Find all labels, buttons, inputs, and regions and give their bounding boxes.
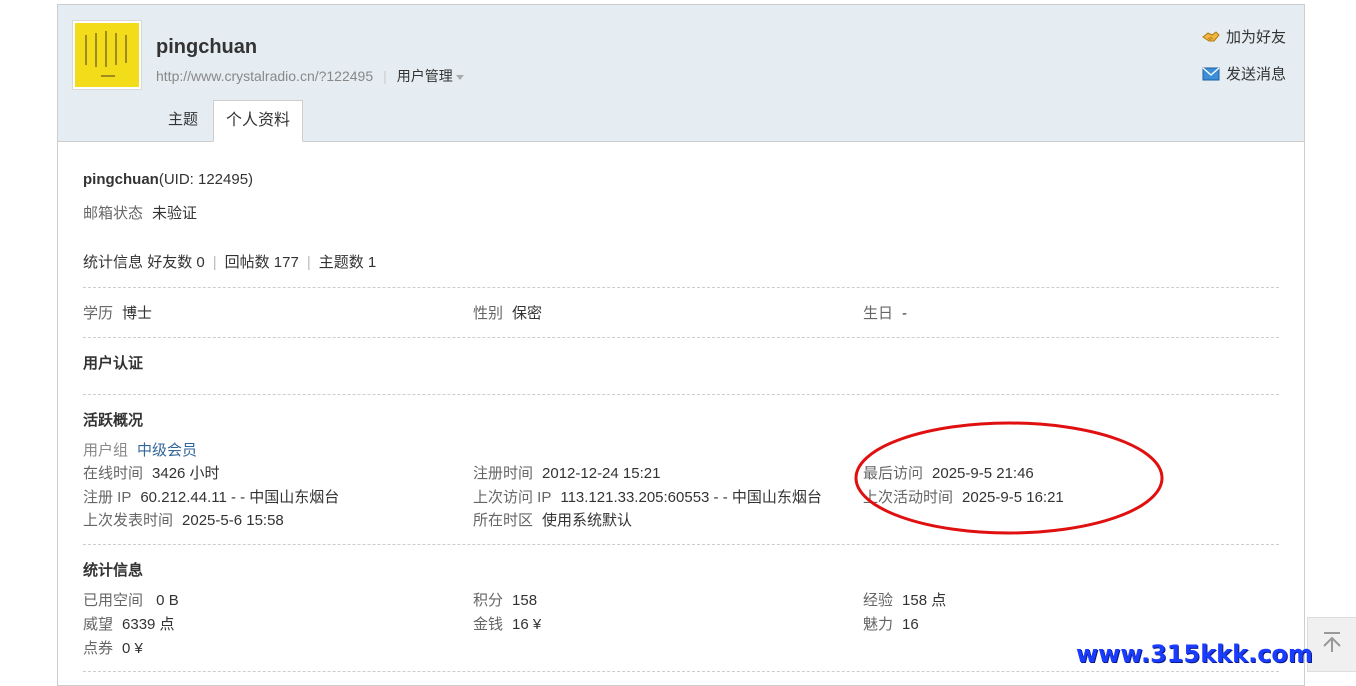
space-label: 已用空间 (83, 592, 144, 609)
profile-tabs: 主题 个人资料 (158, 100, 308, 142)
reg-ip-label: 注册 IP (83, 489, 132, 506)
friends-count-link[interactable]: 好友数 0 (147, 254, 205, 271)
birthday-label: 生日 (863, 305, 894, 322)
money-label: 金钱 (473, 616, 504, 633)
add-friend-button[interactable]: 加为好友 (1202, 26, 1286, 50)
separator: | (212, 254, 217, 271)
usergroup-link[interactable]: 中级会员 (137, 442, 197, 459)
email-status-line: 邮箱状态 未验证 (83, 202, 197, 223)
charm-value: 16 (902, 616, 919, 633)
space-value: 0 B (152, 592, 179, 609)
money-field: 金钱 16 ¥ (473, 613, 541, 634)
education-value: 博士 (122, 305, 153, 322)
url-line: http://www.crystalradio.cn/?122495 | 用户管理 (156, 66, 464, 86)
envelope-icon (1202, 67, 1220, 81)
birthday-value: - (902, 305, 908, 322)
last-ip-field: 上次访问 IP 113.121.33.205:60553 - - 中国山东烟台 (473, 486, 822, 507)
online-time-label: 在线时间 (83, 465, 144, 482)
space-field: 已用空间 0 B (83, 589, 179, 610)
send-message-button[interactable]: 发送消息 (1202, 63, 1286, 87)
back-to-top-button[interactable] (1307, 617, 1356, 672)
avatar-image (75, 23, 139, 87)
exp-label: 经验 (863, 592, 894, 609)
arrow-up-icon (1323, 632, 1341, 652)
coupon-value: 0 ¥ (122, 640, 143, 657)
separator: | (383, 68, 387, 84)
tab-profile[interactable]: 个人资料 (213, 100, 304, 142)
birthday-field: 生日 - (863, 302, 907, 323)
education-field: 学历 博士 (83, 302, 152, 323)
reg-ip-field: 注册 IP 60.212.44.11 - - 中国山东烟台 (83, 486, 339, 507)
divider (83, 394, 1279, 395)
send-message-label: 发送消息 (1225, 66, 1286, 83)
handshake-icon (1202, 31, 1220, 42)
last-ip-value: 113.121.33.205:60553 - - 中国山东烟台 (560, 489, 822, 506)
annotation-ellipse (854, 421, 1164, 535)
coupon-label: 点券 (83, 640, 114, 657)
prestige-field: 威望 6339 点 (83, 613, 175, 634)
replies-count-link[interactable]: 回帖数 177 (225, 254, 299, 271)
timezone-field: 所在时区 使用系统默认 (473, 509, 632, 530)
name-uid-line: pingchuan(UID: 122495) (83, 171, 253, 188)
reg-time-value: 2012-12-24 15:21 (542, 465, 661, 482)
points-label: 积分 (473, 592, 504, 609)
charm-label: 魅力 (863, 616, 894, 633)
coupon-field: 点券 0 ¥ (83, 637, 143, 658)
last-post-value: 2025-5-6 15:58 (182, 512, 284, 529)
divider (83, 337, 1279, 338)
email-status-value: 未验证 (152, 205, 198, 222)
verification-heading: 用户认证 (83, 355, 144, 372)
gender-value: 保密 (512, 305, 543, 322)
exp-field: 经验 158 点 (863, 589, 946, 610)
separator: | (306, 254, 311, 271)
usergroup-field: 用户组 中级会员 (83, 439, 197, 460)
add-friend-label: 加为好友 (1225, 29, 1286, 46)
prestige-value: 6339 点 (122, 616, 175, 633)
divider (83, 671, 1279, 672)
profile-url-link[interactable]: http://www.crystalradio.cn/?122495 (156, 68, 373, 84)
education-label: 学历 (83, 305, 114, 322)
tab-threads[interactable]: 主题 (158, 100, 208, 140)
header-actions: 加为好友 发送消息 (1202, 26, 1286, 100)
points-value: 158 (512, 592, 538, 609)
timezone-label: 所在时区 (473, 512, 534, 529)
money-value: 16 ¥ (512, 616, 542, 633)
prestige-label: 威望 (83, 616, 114, 633)
points-field: 积分 158 (473, 589, 537, 610)
avatar[interactable] (72, 20, 142, 90)
charm-field: 魅力 16 (863, 613, 919, 634)
reg-time-label: 注册时间 (473, 465, 534, 482)
profile-uid: (UID: 122495) (158, 171, 254, 188)
username-title: pingchuan (156, 36, 258, 58)
user-manage-label: 用户管理 (396, 68, 453, 84)
email-status-label: 邮箱状态 (83, 205, 144, 222)
statistics-heading: 统计信息 (83, 562, 144, 579)
reg-time-field: 注册时间 2012-12-24 15:21 (473, 462, 660, 483)
chevron-down-icon (455, 74, 464, 80)
watermark-text: www.315kkk.com (1076, 640, 1313, 668)
user-manage-dropdown[interactable]: 用户管理 (397, 68, 464, 84)
last-post-field: 上次发表时间 2025-5-6 15:58 (83, 509, 284, 530)
profile-header: pingchuan http://www.crystalradio.cn/?12… (58, 5, 1304, 142)
divider (83, 287, 1279, 288)
usergroup-label: 用户组 (83, 442, 129, 459)
gender-field: 性别 保密 (473, 302, 542, 323)
last-post-label: 上次发表时间 (83, 512, 174, 529)
exp-value: 158 点 (902, 592, 947, 609)
stats-line: 统计信息 好友数 0 | 回帖数 177 | 主题数 1 (83, 251, 376, 272)
activity-heading: 活跃概况 (83, 412, 144, 429)
timezone-value: 使用系统默认 (542, 512, 633, 529)
divider (83, 544, 1279, 545)
online-time-field: 在线时间 3426 小时 (83, 462, 220, 483)
stats-label: 统计信息 (83, 254, 144, 271)
threads-count-link[interactable]: 主题数 1 (319, 254, 377, 271)
last-ip-label: 上次访问 IP (473, 489, 552, 506)
gender-label: 性别 (473, 305, 504, 322)
online-time-value: 3426 小时 (152, 465, 220, 482)
profile-name: pingchuan (83, 171, 159, 188)
profile-panel: pingchuan http://www.crystalradio.cn/?12… (57, 4, 1305, 686)
reg-ip-value: 60.212.44.11 - - 中国山东烟台 (140, 489, 340, 506)
